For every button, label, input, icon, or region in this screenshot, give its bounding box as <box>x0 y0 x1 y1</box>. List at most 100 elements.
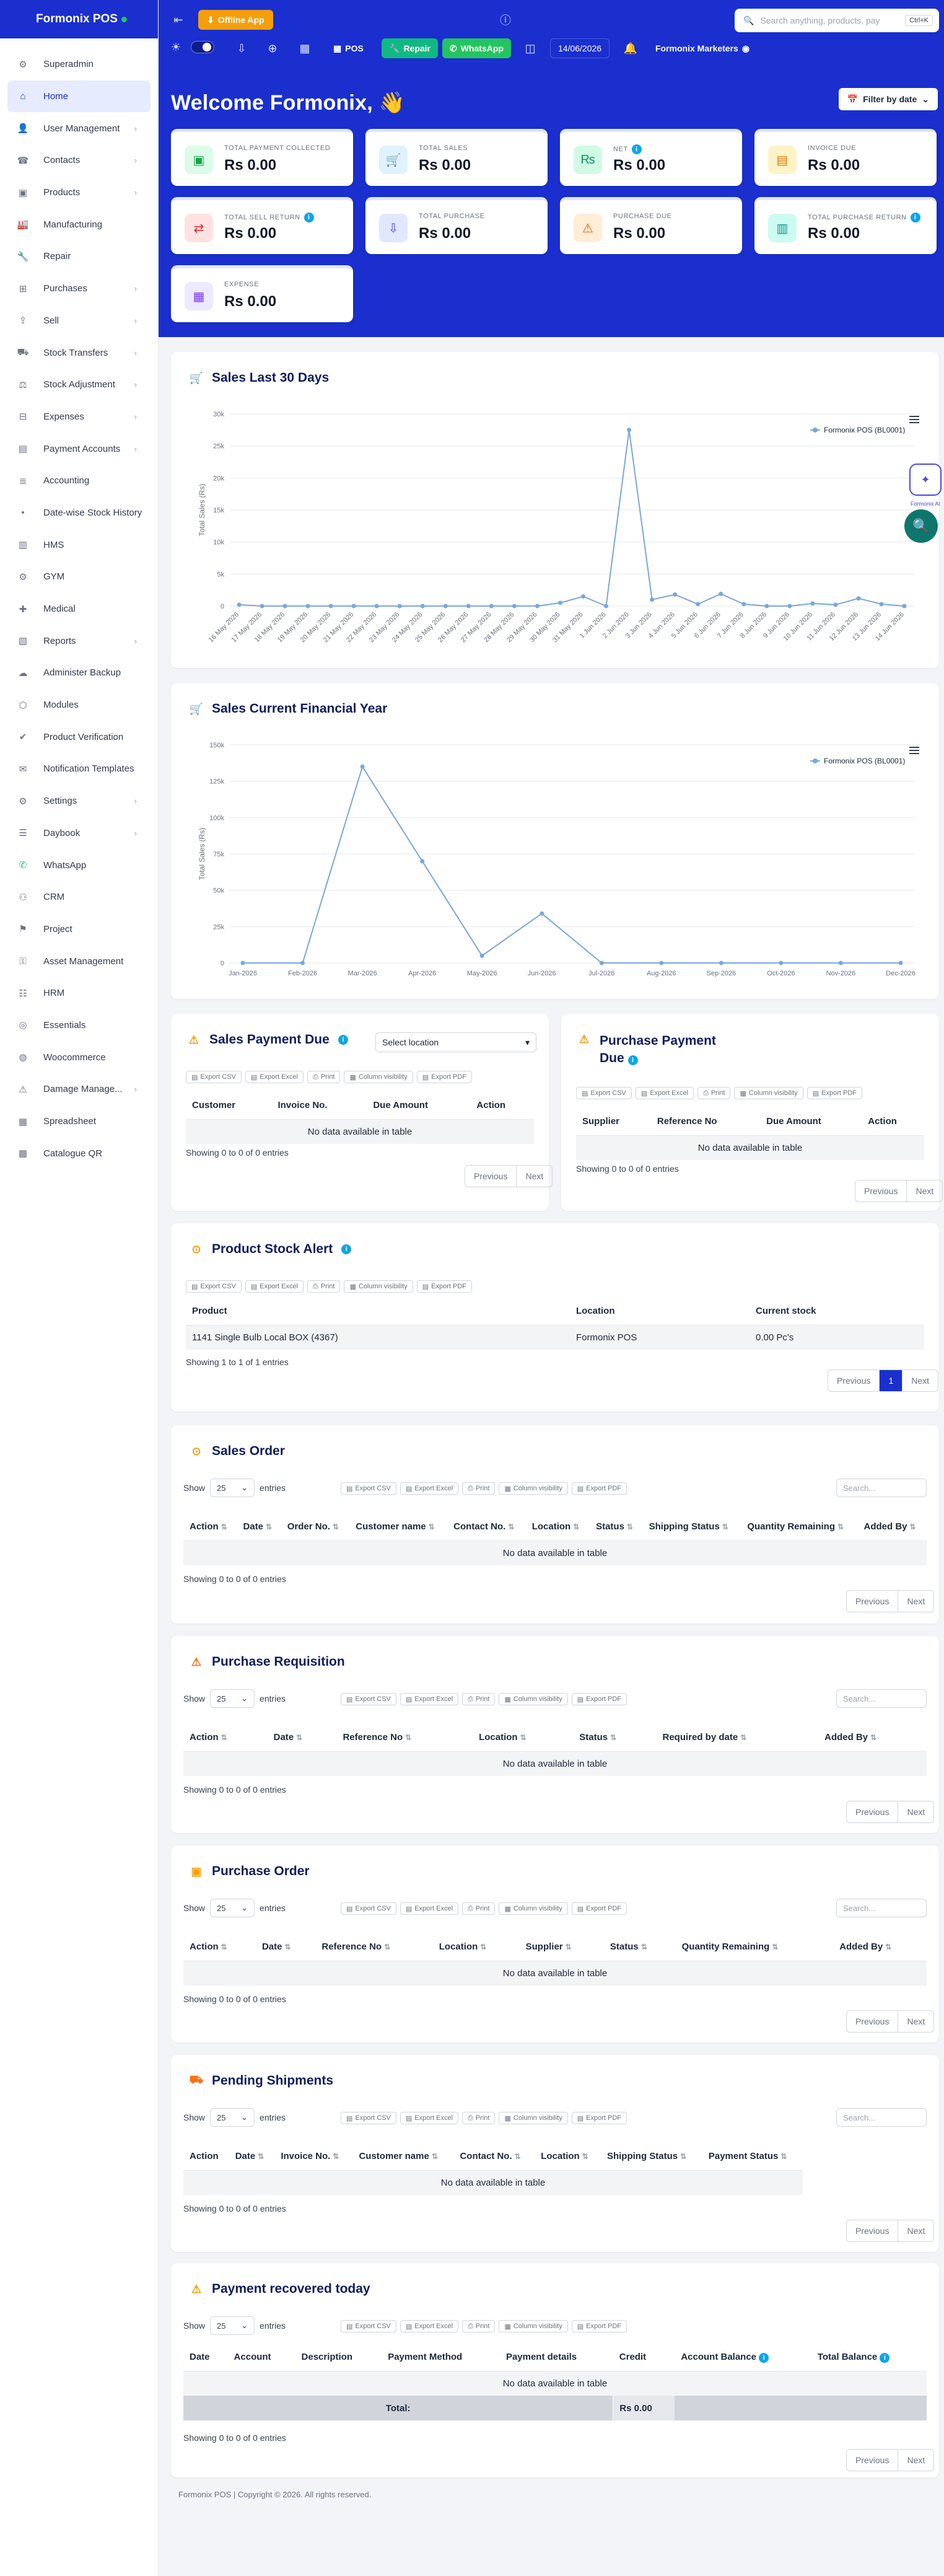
info-icon[interactable]: i <box>341 1244 352 1254</box>
brand[interactable]: Formonix POS <box>0 0 158 38</box>
column-header[interactable]: Location ⇅ <box>535 2143 601 2171</box>
export-excel-button[interactable]: ▤ Export Excel <box>400 1902 459 1915</box>
print-button[interactable]: ⎙ Print <box>307 1071 341 1083</box>
column-header[interactable]: Total Balance i <box>811 2344 927 2372</box>
location-select[interactable]: Select location ▾ <box>375 1032 536 1052</box>
sidebar-item-hrm[interactable]: ☷ HRM <box>0 977 158 1009</box>
column-header[interactable]: Date ⇅ <box>267 1724 337 1752</box>
next-button[interactable]: Next <box>898 2220 933 2241</box>
camera-icon[interactable]: ◫ <box>522 40 539 57</box>
data-point[interactable] <box>696 602 701 607</box>
sidebar-item-catalogue-qr[interactable]: ▩ Catalogue QR <box>0 1137 158 1169</box>
print-button[interactable]: ⎙ Print <box>307 1280 341 1293</box>
column-header[interactable]: Status ⇅ <box>573 1724 657 1752</box>
previous-button[interactable]: Previous <box>847 1801 899 1822</box>
column-header[interactable]: Account <box>227 2344 295 2372</box>
data-point[interactable] <box>374 604 379 609</box>
data-point[interactable] <box>305 604 310 609</box>
sidebar-item-whatsapp[interactable]: ✆ WhatsApp <box>0 849 158 881</box>
data-point[interactable] <box>741 602 746 607</box>
data-point[interactable] <box>599 961 604 965</box>
theme-toggle[interactable] <box>191 41 214 53</box>
sidebar-item-modules[interactable]: ⬡ Modules <box>0 689 158 721</box>
column-visibility-button[interactable]: ▦ Column visibility <box>499 1902 568 1915</box>
print-button[interactable]: ⎙ Print <box>462 1902 496 1915</box>
export-csv-button[interactable]: ▤ Export CSV <box>341 1693 396 1705</box>
export-excel-button[interactable]: ▤ Export Excel <box>400 2112 459 2124</box>
column-header[interactable]: Date ⇅ <box>229 2143 275 2171</box>
sidebar-item-superadmin[interactable]: ⚙ Superadmin <box>0 48 158 81</box>
sidebar-item-product-verification[interactable]: ✔ Product Verification <box>0 721 158 753</box>
data-point[interactable] <box>240 961 245 965</box>
sidebar-item-purchases[interactable]: ⊞ Purchases › <box>0 273 158 305</box>
export-csv-button[interactable]: ▤ Export CSV <box>186 1280 242 1293</box>
column-header[interactable]: Customer name ⇅ <box>349 1513 448 1541</box>
column-visibility-button[interactable]: ▦ Column visibility <box>499 2320 568 2332</box>
data-point[interactable] <box>540 911 544 916</box>
data-point[interactable] <box>360 764 365 769</box>
previous-button[interactable]: Previous <box>847 2011 899 2032</box>
export-pdf-button[interactable]: ▤ Export PDF <box>571 2320 627 2332</box>
column-visibility-button[interactable]: ▦ Column visibility <box>499 2112 568 2124</box>
export-csv-button[interactable]: ▤ Export CSV <box>341 2112 396 2124</box>
column-visibility-button[interactable]: ▦ Column visibility <box>734 1087 803 1099</box>
business-menu[interactable]: Formonix Marketers ◉ <box>648 38 757 58</box>
column-header[interactable]: Supplier ⇅ <box>519 1933 604 1961</box>
column-header[interactable]: Action ⇅ <box>183 1933 256 1961</box>
export-excel-button[interactable]: ▤ Export Excel <box>245 1071 304 1083</box>
data-point[interactable] <box>512 604 517 609</box>
page-1-button[interactable]: 1 <box>880 1370 903 1391</box>
print-button[interactable]: ⎙ Print <box>462 1482 496 1495</box>
info-icon[interactable]: i <box>631 144 642 154</box>
previous-button[interactable]: Previous <box>847 2220 899 2241</box>
column-visibility-button[interactable]: ▦ Column visibility <box>344 1280 413 1293</box>
sidebar-item-accounting[interactable]: ≣ Accounting <box>0 465 158 497</box>
column-header[interactable]: Location ⇅ <box>473 1724 574 1752</box>
entries-select[interactable]: 25 ⌄ <box>210 1899 255 1917</box>
column-visibility-button[interactable]: ▦ Column visibility <box>499 1482 568 1495</box>
column-visibility-button[interactable]: ▦ Column visibility <box>344 1071 413 1083</box>
column-header[interactable]: Credit <box>613 2344 675 2372</box>
info-icon[interactable]: i <box>880 2352 890 2363</box>
sidebar-item-contacts[interactable]: ☎ Contacts › <box>0 144 158 177</box>
info-icon[interactable]: i <box>304 213 314 222</box>
column-header[interactable]: Quantity Remaining ⇅ <box>675 1933 834 1961</box>
sidebar-item-user-management[interactable]: 👤 User Management › <box>0 112 158 144</box>
data-point[interactable] <box>300 961 305 965</box>
sidebar-item-asset-management[interactable]: ⚿ Asset Management <box>0 945 158 977</box>
data-point[interactable] <box>659 961 664 965</box>
info-icon[interactable]: i <box>338 1035 348 1045</box>
column-header[interactable]: Location ⇅ <box>432 1933 520 1961</box>
sidebar-item-expenses[interactable]: ⊟ Expenses › <box>0 401 158 433</box>
column-header[interactable]: Date ⇅ <box>255 1933 316 1961</box>
column-header[interactable]: Account Balance i <box>675 2344 811 2372</box>
data-point[interactable] <box>328 604 333 609</box>
column-header[interactable]: Action <box>470 1092 534 1120</box>
column-header[interactable]: Customer <box>186 1092 272 1120</box>
data-point[interactable] <box>420 859 425 864</box>
sidebar-item-medical[interactable]: ✚ Medical <box>0 593 158 625</box>
ai-assistant-button[interactable]: ✦ <box>909 464 942 496</box>
sidebar-item-administer-backup[interactable]: ☁ Administer Backup <box>0 657 158 689</box>
entries-select[interactable]: 25 ⌄ <box>210 2316 255 2335</box>
data-point[interactable] <box>479 953 484 958</box>
column-header[interactable]: Due Amount <box>367 1092 471 1120</box>
column-header[interactable]: Invoice No. <box>271 1092 367 1120</box>
data-point[interactable] <box>810 601 815 606</box>
entries-select[interactable]: 25 ⌄ <box>210 2108 255 2127</box>
next-button[interactable]: Next <box>517 1166 552 1187</box>
previous-button[interactable]: Previous <box>855 1180 907 1202</box>
column-header[interactable]: Action <box>862 1108 924 1136</box>
sidebar-item-spreadsheet[interactable]: ▦ Spreadsheet <box>0 1106 158 1138</box>
data-point[interactable] <box>237 602 242 607</box>
data-point[interactable] <box>838 961 843 965</box>
column-header[interactable]: Date ⇅ <box>237 1513 281 1541</box>
info-icon[interactable]: i <box>910 213 920 222</box>
column-header[interactable]: Contact No. ⇅ <box>447 1513 526 1541</box>
column-header[interactable]: Current stock <box>750 1298 924 1325</box>
export-pdf-button[interactable]: ▤ Export PDF <box>416 1280 472 1293</box>
column-header[interactable]: Action ⇅ <box>183 1513 237 1541</box>
export-csv-button[interactable]: ▤ Export CSV <box>341 1902 396 1915</box>
table-search-input[interactable]: Search... <box>836 1689 927 1708</box>
column-header[interactable]: Invoice No. ⇅ <box>274 2143 353 2171</box>
